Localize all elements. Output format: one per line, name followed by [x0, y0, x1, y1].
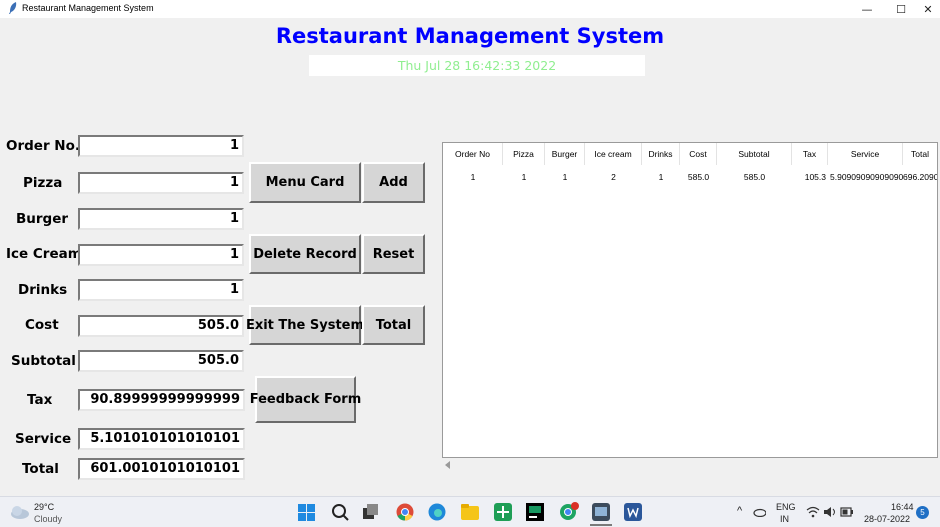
total-label: Total: [22, 461, 59, 477]
delete-record-button[interactable]: Delete Record: [249, 234, 361, 274]
column-header-cost[interactable]: Cost: [680, 143, 717, 165]
tax-field[interactable]: 90.89999999999999: [78, 389, 245, 411]
ice-cream-field[interactable]: 1: [78, 244, 244, 266]
table-cell: 696.2090: [903, 172, 937, 182]
windows-start-icon[interactable]: [298, 504, 315, 521]
reset-button[interactable]: Reset: [362, 234, 425, 274]
table-cell: 1: [562, 172, 568, 182]
column-header-subtotal[interactable]: Subtotal: [717, 143, 792, 165]
language-indicator[interactable]: ENG: [776, 502, 796, 512]
cost-label: Cost: [25, 317, 59, 333]
chrome-alt-icon[interactable]: [559, 501, 581, 521]
pizza-label: Pizza: [23, 175, 63, 191]
python-window-icon[interactable]: [592, 503, 610, 521]
subtotal-field[interactable]: 505.0: [78, 350, 244, 372]
service-field[interactable]: 5.101010101010101: [78, 428, 245, 450]
window-title: Restaurant Management System: [22, 3, 154, 13]
drinks-label: Drinks: [18, 282, 68, 298]
feedback-form-button[interactable]: Feedback Form: [250, 376, 361, 423]
exit-button[interactable]: Exit The System: [246, 305, 364, 345]
total-field[interactable]: 601.0010101010101: [78, 458, 245, 480]
window-titlebar: Restaurant Management System — ☐ ✕: [0, 0, 940, 18]
drinks-field[interactable]: 1: [78, 279, 244, 301]
search-icon[interactable]: [331, 503, 349, 521]
tray-expand-icon[interactable]: ^: [737, 505, 742, 517]
subtotal-label: Subtotal: [11, 353, 76, 369]
region-indicator[interactable]: IN: [780, 514, 789, 524]
chrome-icon[interactable]: [396, 503, 414, 521]
clock-date[interactable]: 28-07-2022: [864, 514, 910, 524]
order-no-label: Order No.: [6, 138, 81, 154]
datetime-text: Thu Jul 28 16:42:33 2022: [397, 58, 557, 73]
column-header-ice-cream[interactable]: Ice cream: [585, 143, 642, 165]
cost-field[interactable]: 505.0: [78, 315, 244, 337]
burger-label: Burger: [16, 211, 69, 227]
scroll-left-arrow-icon[interactable]: [444, 461, 452, 469]
burger-field[interactable]: 1: [78, 208, 244, 230]
minimize-button[interactable]: —: [850, 0, 884, 18]
volume-icon[interactable]: [823, 506, 837, 518]
battery-icon[interactable]: [840, 506, 854, 518]
task-view-icon[interactable]: [363, 504, 379, 520]
word-icon[interactable]: [624, 503, 642, 521]
taskbar: 29°C Cloudy ^ ENG IN 16:44 28-07-2022 5: [0, 496, 940, 527]
add-button[interactable]: Add: [362, 162, 425, 203]
onedrive-icon[interactable]: [752, 507, 766, 517]
edge-icon[interactable]: [428, 503, 446, 521]
table-row[interactable]: 1 1 1 2 1 585.0 585.0 105.3 5.9090909090…: [443, 167, 937, 187]
table-cell: 1: [658, 172, 664, 182]
notification-badge[interactable]: 5: [916, 506, 929, 519]
cloud-icon: [11, 506, 29, 519]
column-header-total[interactable]: Total: [903, 143, 937, 165]
service-label: Service: [15, 431, 72, 447]
order-no-field[interactable]: 1: [78, 135, 244, 157]
clock-time[interactable]: 16:44: [891, 502, 914, 512]
table-cell: 105.3: [804, 172, 826, 182]
tax-label: Tax: [27, 392, 53, 408]
column-header-service[interactable]: Service: [828, 143, 903, 165]
column-header-pizza[interactable]: Pizza: [503, 143, 545, 165]
wifi-icon[interactable]: [806, 506, 820, 518]
table-cell: 1: [521, 172, 527, 182]
column-header-burger[interactable]: Burger: [545, 143, 585, 165]
records-table[interactable]: Order No Pizza Burger Ice cream Drinks C…: [442, 142, 938, 458]
datetime-display: Thu Jul 28 16:42:33 2022: [309, 55, 645, 76]
feather-icon: [9, 2, 17, 14]
table-cell: 2: [611, 172, 616, 182]
table-cell: 585.0: [743, 172, 766, 182]
table-cell: 585.0: [687, 172, 710, 182]
table-cell: 5.909090909090909: [830, 172, 903, 182]
weather-desc: Cloudy: [34, 514, 63, 524]
total-button[interactable]: Total: [362, 305, 425, 345]
maximize-button[interactable]: ☐: [884, 0, 918, 18]
close-button[interactable]: ✕: [917, 0, 939, 18]
menu-card-button[interactable]: Menu Card: [249, 162, 361, 203]
column-header-drinks[interactable]: Drinks: [642, 143, 680, 165]
column-header-order-no[interactable]: Order No: [443, 143, 503, 165]
table-horizontal-scrollbar[interactable]: [442, 459, 938, 471]
app-title: Restaurant Management System: [275, 24, 665, 48]
pizza-field[interactable]: 1: [78, 172, 244, 194]
column-header-tax[interactable]: Tax: [792, 143, 828, 165]
weather-temp: 29°C: [34, 502, 55, 512]
file-explorer-icon[interactable]: [461, 504, 479, 520]
table-cell: 1: [470, 172, 476, 182]
ice-cream-label: Ice Cream: [6, 246, 82, 262]
spreadsheet-icon[interactable]: [494, 503, 512, 521]
pycharm-icon[interactable]: [526, 503, 544, 521]
